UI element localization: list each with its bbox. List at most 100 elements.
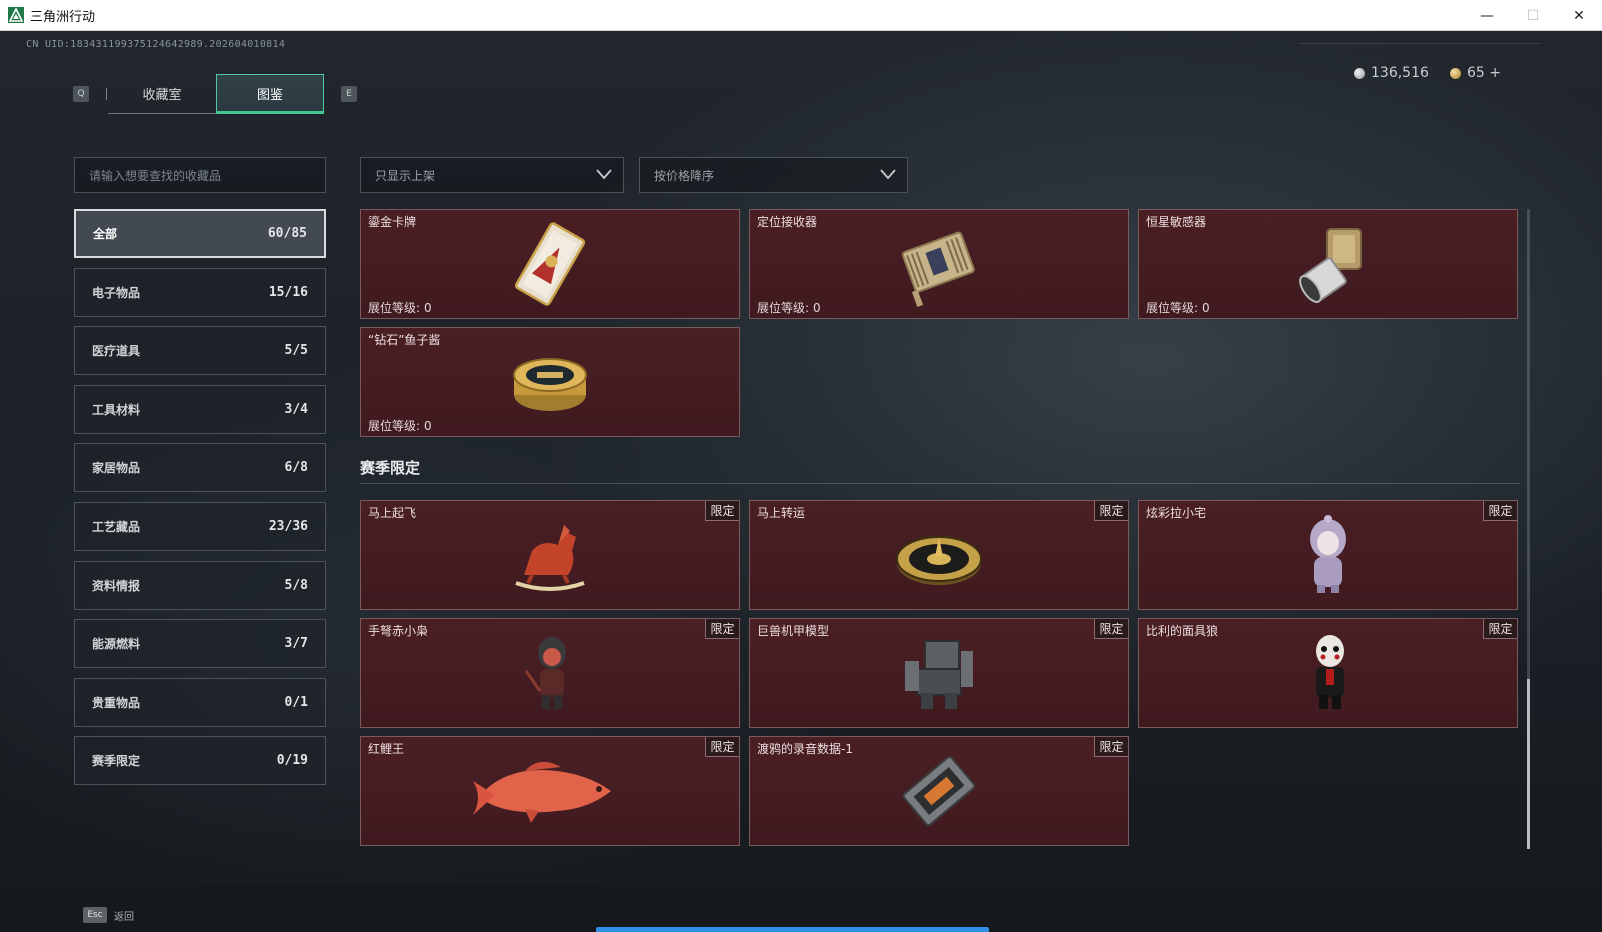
limited-badge: 限定 [705, 619, 739, 639]
booth-level: 展位等级: 0 [368, 419, 432, 433]
category-count: 23/36 [268, 518, 308, 534]
fortune-wheel-icon [896, 536, 982, 585]
bottom-bar [0, 885, 1602, 932]
category-valuables[interactable]: 贵重物品 0/1 [74, 677, 326, 727]
item-name: 巨兽机甲模型 [757, 624, 830, 638]
item-card[interactable]: 渡鸦的录音数据-1 限定 [749, 736, 1129, 846]
category-household[interactable]: 家居物品 6/8 [74, 443, 326, 493]
category-label: 医疗道具 [92, 344, 141, 359]
category-label: 贵重物品 [92, 695, 141, 710]
item-card[interactable]: 恒星敏感器 展位等级: 0 [1138, 209, 1518, 319]
item-card[interactable]: 比利的面具狼 限定 [1138, 618, 1518, 728]
item-card[interactable]: 定位接收器 展位等级: 0 [749, 209, 1129, 319]
item-card[interactable]: 马上起飞 限定 [360, 500, 740, 610]
sort-dropdown-value: 按价格降序 [654, 168, 715, 183]
category-intel[interactable]: 资料情报 5/8 [74, 560, 326, 610]
minimize-button[interactable]: — [1464, 0, 1510, 31]
window-title: 三角洲行动 [30, 9, 96, 25]
category-energy[interactable]: 能源燃料 3/7 [74, 619, 326, 669]
item-name: 炫彩拉小宅 [1146, 506, 1207, 520]
category-crafts[interactable]: 工艺藏品 23/36 [74, 501, 326, 551]
item-name: 比利的面具狼 [1146, 624, 1219, 638]
booth-level: 展位等级: 0 [757, 301, 821, 315]
scrollbar-thumb[interactable] [1527, 679, 1530, 849]
category-label: 电子物品 [92, 285, 141, 300]
bottom-progress-bar [596, 927, 989, 932]
close-button[interactable]: ✕ [1556, 0, 1602, 31]
category-count: 3/4 [284, 401, 308, 417]
category-count: 0/1 [284, 694, 308, 710]
item-name: “钻石”鱼子酱 [368, 333, 441, 347]
data-cartridge-icon [902, 755, 976, 827]
item-name: 红鲤王 [368, 742, 405, 756]
star-sensor-icon [1299, 228, 1362, 303]
back-label[interactable]: 返回 [114, 908, 134, 923]
category-season-limited[interactable]: 赛季限定 0/19 [74, 736, 326, 786]
item-name: 渡鸦的录音数据-1 [757, 742, 853, 756]
category-label: 全部 [93, 227, 118, 241]
rocking-horse-icon [515, 525, 585, 591]
limited-badge: 限定 [1094, 619, 1128, 639]
collection-search-input[interactable]: 请输入想要查找的收藏品 [74, 157, 326, 193]
category-label: 工具材料 [92, 402, 141, 417]
tab-separator [106, 88, 107, 100]
item-name: 马上起飞 [368, 506, 417, 520]
category-list: 全部 60/85 电子物品 15/16 医疗道具 5/5 工具材料 3/4 家居… [74, 209, 326, 795]
sort-dropdown[interactable]: 按价格降序 [639, 157, 908, 193]
tab-codex[interactable]: 图鉴 [216, 74, 324, 114]
limited-badge: 限定 [705, 737, 739, 757]
booth-level: 展位等级: 0 [1146, 301, 1210, 315]
category-count: 5/5 [284, 343, 308, 359]
mech-model-icon [905, 640, 973, 709]
header-divider [1300, 43, 1540, 44]
crossbow-figure-icon [524, 637, 566, 709]
item-card[interactable]: 炫彩拉小宅 限定 [1138, 500, 1518, 610]
item-name: 马上转运 [757, 506, 806, 520]
maximize-button[interactable]: ☐ [1510, 0, 1556, 31]
category-count: 5/8 [284, 577, 308, 593]
prev-tab-key-hint[interactable]: Q [73, 86, 89, 102]
item-name: 恒星敏感器 [1146, 215, 1207, 229]
booth-level: 展位等级: 0 [368, 301, 432, 315]
item-card[interactable]: “钻石”鱼子酱 展位等级: 0 [360, 327, 740, 437]
gold-coin-icon [1450, 67, 1461, 79]
item-card[interactable]: 马上转运 限定 [749, 500, 1129, 610]
game-viewport: CN UID:1834311993751246429​89.2026040108… [0, 31, 1602, 932]
window-titlebar: 三角洲行动 — ☐ ✕ [0, 0, 1602, 31]
content-scrollbar[interactable] [1527, 209, 1530, 849]
gold-amount[interactable]: 65 + [1467, 65, 1501, 81]
category-all[interactable]: 全部 60/85 [74, 209, 326, 258]
category-medical[interactable]: 医疗道具 5/5 [74, 326, 326, 376]
limited-badge: 限定 [705, 501, 739, 521]
locator-receiver-icon [901, 231, 975, 307]
limited-badge: 限定 [1483, 619, 1517, 639]
filter-dropdown[interactable]: 只显示上架 [360, 157, 624, 193]
category-electronics[interactable]: 电子物品 15/16 [74, 267, 326, 317]
section-title-season: 赛季限定 [360, 459, 421, 477]
category-label: 资料情报 [92, 578, 141, 593]
item-card[interactable]: 鎏金卡牌 展位等级: 0 [360, 209, 740, 319]
item-name: 手弩赤小枭 [368, 624, 429, 638]
caviar-tin-icon [513, 358, 587, 411]
filter-dropdown-value: 只显示上架 [375, 168, 436, 183]
gold-currency[interactable]: 65 + [1450, 65, 1501, 81]
item-name: 定位接收器 [757, 215, 818, 229]
esc-key-hint[interactable]: Esc [83, 907, 107, 923]
next-tab-key-hint[interactable]: E [341, 86, 357, 102]
category-tools[interactable]: 工具材料 3/4 [74, 384, 326, 434]
chevron-down-icon [596, 169, 612, 180]
section-divider [360, 483, 1520, 484]
hoodie-figure-icon [1310, 515, 1346, 593]
category-label: 家居物品 [92, 461, 141, 476]
category-count: 3/7 [284, 636, 308, 652]
limited-badge: 限定 [1094, 501, 1128, 521]
item-card[interactable]: 红鲤王 限定 [360, 736, 740, 846]
tab-collection-room[interactable]: 收藏室 [108, 74, 216, 114]
silver-currency: 136,516 [1354, 65, 1429, 81]
category-label: 能源燃料 [92, 637, 141, 652]
item-card[interactable]: 巨兽机甲模型 限定 [749, 618, 1129, 728]
silver-coin-icon [1354, 67, 1365, 79]
app-logo-icon [8, 7, 24, 23]
item-card[interactable]: 手弩赤小枭 限定 [360, 618, 740, 728]
red-carp-icon [473, 761, 611, 823]
